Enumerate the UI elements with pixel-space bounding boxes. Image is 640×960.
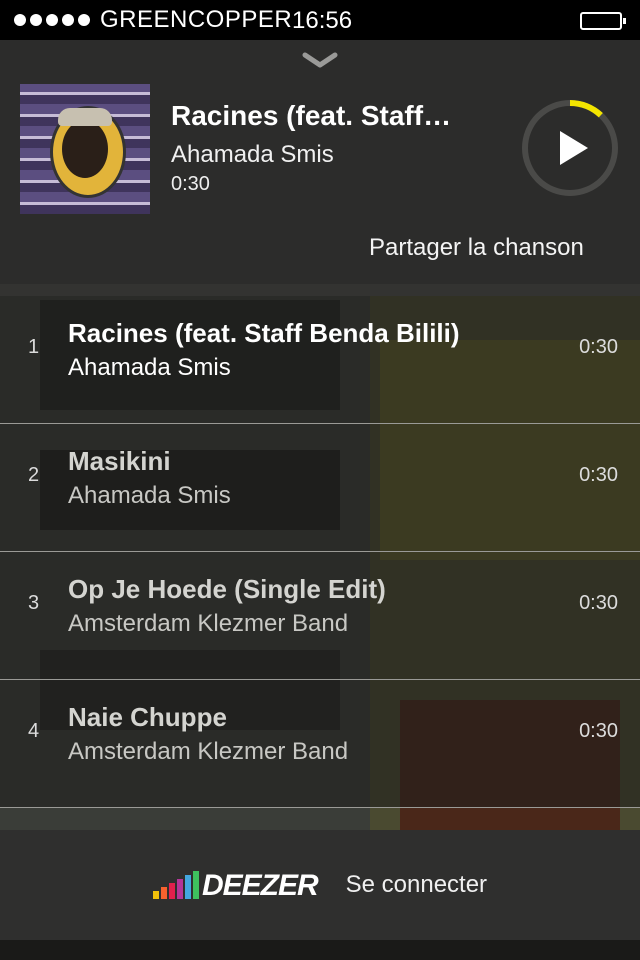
track-artist: Amsterdam Klezmer Band: [68, 738, 349, 765]
track-duration: 0:30: [579, 464, 618, 486]
track-title: Masikini: [68, 446, 171, 476]
track-number: 4: [28, 720, 40, 742]
share-song-link[interactable]: Partager la chanson: [369, 234, 584, 262]
track-title: Naie Chuppe: [68, 702, 227, 732]
deezer-wordmark: DEEZER: [201, 869, 319, 902]
track-title: Racines (feat. Staff Benda Bilili): [68, 318, 460, 348]
track-number: 2: [28, 464, 40, 486]
footer-bar: DEEZER Se connecter: [0, 830, 640, 940]
track-row[interactable]: 4 Naie Chuppe Amsterdam Klezmer Band 0:3…: [0, 680, 640, 808]
play-icon: [560, 131, 588, 165]
now-playing-panel: Racines (feat. Staff… Ahamada Smis 0:30 …: [0, 40, 640, 290]
status-time: 16:56: [292, 7, 353, 34]
track-row[interactable]: 2 Masikini Ahamada Smis 0:30: [0, 424, 640, 552]
signal-strength-icon: [14, 14, 90, 26]
now-playing-time: 0:30: [171, 173, 210, 195]
album-art: [20, 84, 150, 214]
track-duration: 0:30: [579, 720, 618, 742]
chevron-down-icon[interactable]: [302, 52, 338, 68]
track-duration: 0:30: [579, 592, 618, 614]
divider: [0, 284, 640, 296]
track-title: Op Je Hoede (Single Edit): [68, 574, 386, 604]
track-number: 1: [28, 336, 40, 358]
battery-icon: [580, 12, 626, 30]
play-button[interactable]: [520, 98, 620, 198]
carrier-name: GREENCOPPER: [100, 6, 293, 33]
connect-button[interactable]: Se connecter: [346, 871, 487, 899]
track-number: 3: [28, 592, 40, 614]
track-row[interactable]: 3 Op Je Hoede (Single Edit) Amsterdam Kl…: [0, 552, 640, 680]
bottom-edge: [0, 940, 640, 960]
now-playing-title: Racines (feat. Staff…: [171, 100, 452, 131]
track-row[interactable]: 1 Racines (feat. Staff Benda Bilili) Aha…: [0, 296, 640, 424]
track-duration: 0:30: [579, 336, 618, 358]
status-bar: GREENCOPPER 16:56: [0, 0, 640, 40]
track-list: 1 Racines (feat. Staff Benda Bilili) Aha…: [0, 296, 640, 808]
deezer-logo: DEEZER: [152, 869, 319, 902]
equalizer-icon: [152, 871, 199, 899]
track-artist: Ahamada Smis: [68, 354, 231, 381]
now-playing-artist: Ahamada Smis: [171, 141, 334, 168]
track-artist: Ahamada Smis: [68, 482, 231, 509]
track-artist: Amsterdam Klezmer Band: [68, 610, 349, 637]
